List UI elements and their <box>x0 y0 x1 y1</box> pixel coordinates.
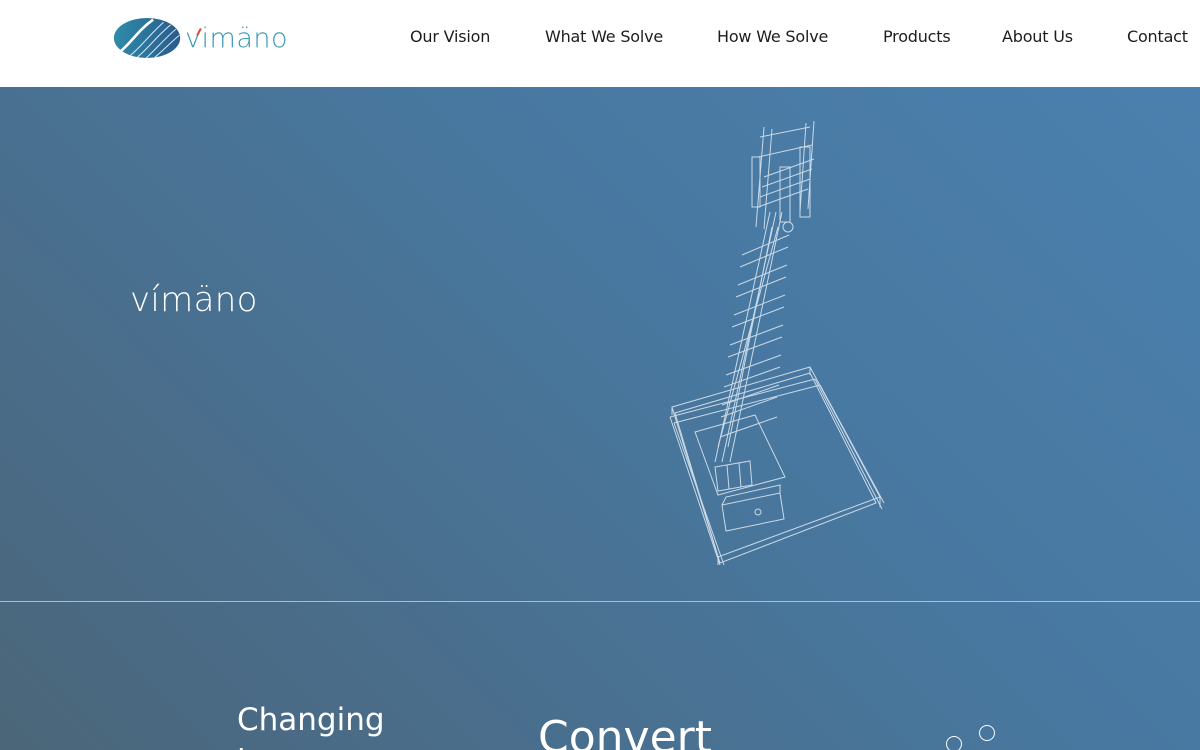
section-divider <box>0 601 1200 602</box>
nav-item-our-vision[interactable]: Our Vision <box>410 27 490 46</box>
site-header: vimäno Our Vision What We Solve How We S… <box>0 0 1200 87</box>
main-nav: Our Vision What We Solve How We Solve Pr… <box>0 27 1200 51</box>
nav-item-how-we-solve[interactable]: How We Solve <box>717 27 828 46</box>
section-heading-changing: Changing <box>237 702 385 738</box>
bubble-small <box>979 725 995 741</box>
cell-tower-icon <box>669 120 885 566</box>
nav-item-what-we-solve[interactable]: What We Solve <box>545 27 663 46</box>
nav-item-contact[interactable]: Contact <box>1127 27 1188 46</box>
hero-title: vímäno <box>130 280 258 320</box>
bubble-small <box>946 736 962 750</box>
section-heading-changing-line2: t <box>237 742 249 750</box>
hero-section: vímäno Changing t Convert <box>0 87 1200 750</box>
nav-item-about-us[interactable]: About Us <box>1002 27 1073 46</box>
nav-item-products[interactable]: Products <box>883 27 951 46</box>
section-heading-convert: Convert <box>538 712 712 750</box>
